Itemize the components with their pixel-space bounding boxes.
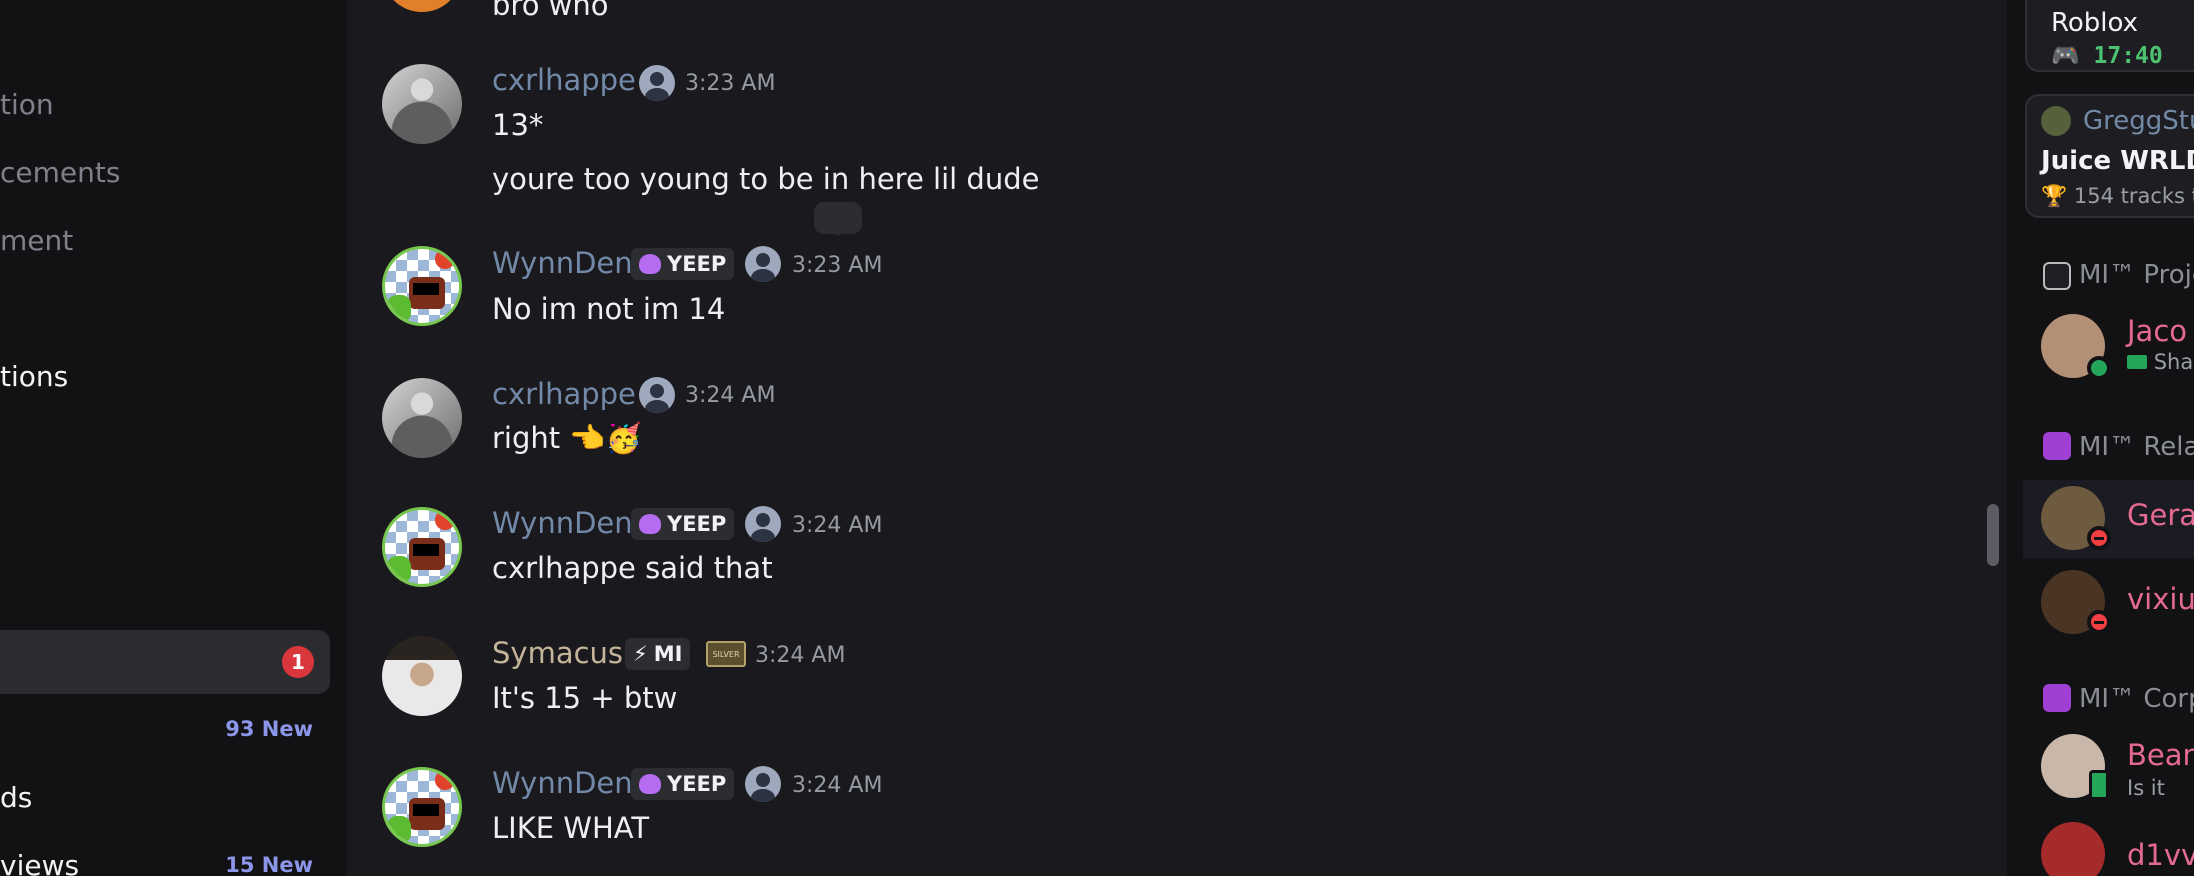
username[interactable]: WynnDen [492,246,633,280]
activity-timer-value: 17:40 [2093,43,2163,69]
screen-icon [2127,355,2147,369]
group-icon [2043,432,2071,460]
person-icon[interactable] [639,377,675,413]
group-header: MI™ Proje [2079,260,2194,290]
person-icon[interactable] [745,246,781,282]
new-count-badge: 93 New [225,717,313,741]
role-tag-label: YEEP [667,512,727,536]
person-icon[interactable] [745,506,781,542]
username[interactable]: WynnDen [492,506,633,540]
avatar[interactable] [382,0,462,12]
member-name[interactable]: Jaco [2127,314,2187,348]
message-text: bro who [492,0,609,22]
avatar[interactable] [382,767,462,847]
heart-icon [639,774,661,794]
username[interactable]: WynnDen [492,766,633,800]
username[interactable]: Symacus [492,636,623,670]
card-subtitle-text: 154 tracks t [2073,184,2194,208]
message-text: No im not im 14 [492,292,726,326]
sidebar-item[interactable]: tion [0,88,54,121]
card-subtitle: 🏆 154 tracks t [2041,184,2194,209]
sidebar-item[interactable]: ment [0,224,73,257]
message-text: 13* [492,108,544,142]
avatar[interactable] [2041,822,2105,876]
chat-area: bro who cxrlhappe 3:23 AM 13* youre too … [347,0,2007,876]
group-icon [2043,684,2071,712]
lightning-icon: ⚡ [633,642,648,666]
silver-badge[interactable]: SILVER [706,641,746,667]
avatar[interactable] [382,246,462,326]
message-text: right 👈🥳 [492,421,642,455]
phone-icon [2089,770,2109,800]
new-count-badge: 15 New [225,853,313,876]
role-tag-label: YEEP [667,252,727,276]
timestamp: 3:24 AM [685,383,776,408]
timestamp: 3:24 AM [792,773,883,798]
message-text: LIKE WHAT [492,811,650,845]
listening-card[interactable]: GreggStu Juice WRLD 🏆 154 tracks t [2025,94,2194,218]
card-title: Juice WRLD [2041,146,2194,176]
activity-card[interactable]: Roblox 🎮 17:40 [2025,0,2194,72]
sidebar-item-selected[interactable]: 1 [0,630,330,694]
role-tag-label: YEEP [667,772,727,796]
person-icon[interactable] [639,65,675,101]
member-activity-text: Sha [2153,350,2194,374]
username[interactable]: cxrlhappe [492,63,636,97]
sidebar-item[interactable]: cements [0,156,120,189]
member-name[interactable]: Bean [2127,738,2194,772]
role-tag[interactable]: YEEP [631,248,735,280]
member-activity: Sha [2127,350,2193,374]
timestamp: 3:24 AM [792,513,883,538]
gamepad-icon: 🎮 [2051,43,2080,69]
tooltip [814,202,862,236]
message-text: youre too young to be in here lil dude [492,162,1040,196]
scrollbar-thumb[interactable] [1987,504,1999,566]
role-tag[interactable]: YEEP [631,768,735,800]
heart-icon [639,254,661,274]
timestamp: 3:23 AM [685,71,776,96]
avatar [2041,106,2071,136]
channel-sidebar: tion cements ment tions 1 93 New ds view… [0,0,347,876]
avatar[interactable] [382,636,462,716]
dnd-status [2087,610,2111,634]
member-name[interactable]: vixius [2127,582,2194,616]
avatar[interactable] [382,378,462,458]
group-header: MI™ Relat [2079,432,2194,462]
activity-timer: 🎮 17:40 [2051,42,2163,69]
activity-game: Roblox [2051,8,2139,38]
timestamp: 3:23 AM [792,253,883,278]
role-tag-label: MI [653,642,683,666]
avatar[interactable] [382,507,462,587]
sidebar-item[interactable]: ds [0,781,32,814]
dnd-status [2087,526,2111,550]
trophy-icon: 🏆 [2041,184,2068,208]
timestamp: 3:24 AM [755,643,846,668]
member-name[interactable]: d1vv [2127,838,2194,872]
heart-icon [639,514,661,534]
card-username: GreggStu [2083,106,2194,136]
group-header: MI™ Corp [2079,684,2194,714]
online-status [2087,356,2111,380]
sidebar-item[interactable]: views [0,849,79,876]
person-icon[interactable] [745,766,781,802]
username[interactable]: cxrlhappe [492,377,636,411]
message-text: It's 15 + btw [492,681,678,715]
mention-badge: 1 [282,646,314,678]
message-text: cxrlhappe said that [492,551,773,585]
role-tag[interactable]: YEEP [631,508,735,540]
member-activity: Is it [2127,776,2165,800]
sidebar-item[interactable]: tions [0,360,68,393]
avatar[interactable] [382,64,462,144]
group-icon [2043,262,2071,290]
role-tag[interactable]: ⚡ MI [625,638,691,670]
member-list: Roblox 🎮 17:40 GreggStu Juice WRLD 🏆 154… [2007,0,2194,876]
member-name[interactable]: Gera [2127,498,2194,532]
